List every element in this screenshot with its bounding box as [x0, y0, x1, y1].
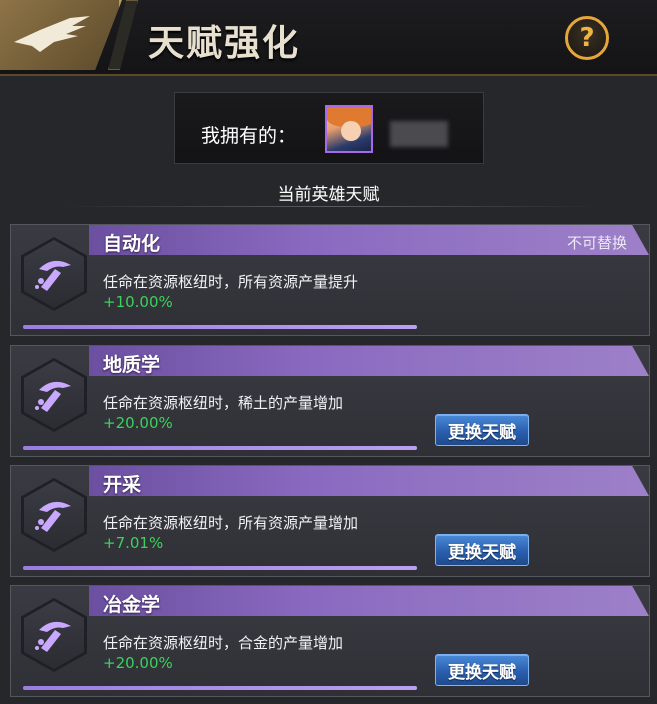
talent-bonus-value: +20.00%: [103, 654, 173, 672]
talent-card-header: [89, 466, 649, 496]
logo-badge: [0, 0, 122, 70]
talent-description: 任命在资源枢纽时，稀土的产量增加: [103, 394, 344, 412]
talent-card: 开采任命在资源枢纽时，所有资源产量增加 +7.01% 更换天赋: [10, 465, 650, 577]
talent-progress-fill: [23, 566, 417, 570]
talent-card: 自动化 不可替换任命在资源枢纽时，所有资源产量提升 +10.00%: [10, 224, 650, 336]
talent-name: 冶金学: [103, 594, 161, 616]
talent-bonus-value: +10.00%: [103, 293, 173, 311]
talent-card: 地质学任命在资源枢纽时，稀土的产量增加 +20.00% 更换天赋: [10, 345, 650, 457]
hero-avatar-icon[interactable]: [325, 105, 373, 153]
talent-progress-bar: [23, 686, 417, 690]
eagle-wing-icon: [14, 16, 90, 52]
talent-name: 开采: [103, 474, 142, 496]
talent-progress-bar: [23, 566, 417, 570]
talent-description: 任命在资源枢纽时，所有资源产量增加: [103, 514, 359, 532]
talent-progress-fill: [23, 446, 417, 450]
owned-label: 我拥有的：: [201, 125, 297, 147]
change-talent-button[interactable]: 更换天赋: [435, 534, 529, 566]
section-divider: [60, 206, 600, 207]
page-title: 天赋强化: [148, 22, 301, 64]
hammer-pick-icon: [33, 616, 75, 660]
question-mark-icon: ?: [579, 23, 595, 53]
talent-progress-bar: [23, 325, 417, 329]
header-bar: 天赋强化 ?: [0, 0, 657, 76]
talent-progress-bar: [23, 446, 417, 450]
talent-name: 自动化: [103, 233, 161, 255]
talent-progress-fill: [23, 686, 417, 690]
change-talent-button[interactable]: 更换天赋: [435, 654, 529, 686]
change-talent-button[interactable]: 更换天赋: [435, 414, 529, 446]
talent-card-header: [89, 586, 649, 616]
hammer-pick-icon: [33, 376, 75, 420]
talent-description: 任命在资源枢纽时，所有资源产量提升: [103, 273, 359, 291]
talent-card: 冶金学任命在资源枢纽时，合金的产量增加 +20.00% 更换天赋: [10, 585, 650, 697]
talent-lock-label: 不可替换: [566, 234, 627, 252]
help-button[interactable]: ?: [565, 16, 609, 60]
owned-value-redacted: [390, 121, 448, 147]
owned-panel: 我拥有的：: [174, 92, 484, 164]
talent-bonus-value: +7.01%: [103, 534, 164, 552]
talent-description: 任命在资源枢纽时，合金的产量增加: [103, 634, 344, 652]
talent-card-header: [89, 346, 649, 376]
hammer-pick-icon: [33, 255, 75, 299]
section-title: 当前英雄天赋: [277, 185, 380, 205]
talent-card-header: [89, 225, 649, 255]
talent-name: 地质学: [103, 354, 161, 376]
talent-progress-fill: [23, 325, 417, 329]
hammer-pick-icon: [33, 496, 75, 540]
talent-bonus-value: +20.00%: [103, 414, 173, 432]
